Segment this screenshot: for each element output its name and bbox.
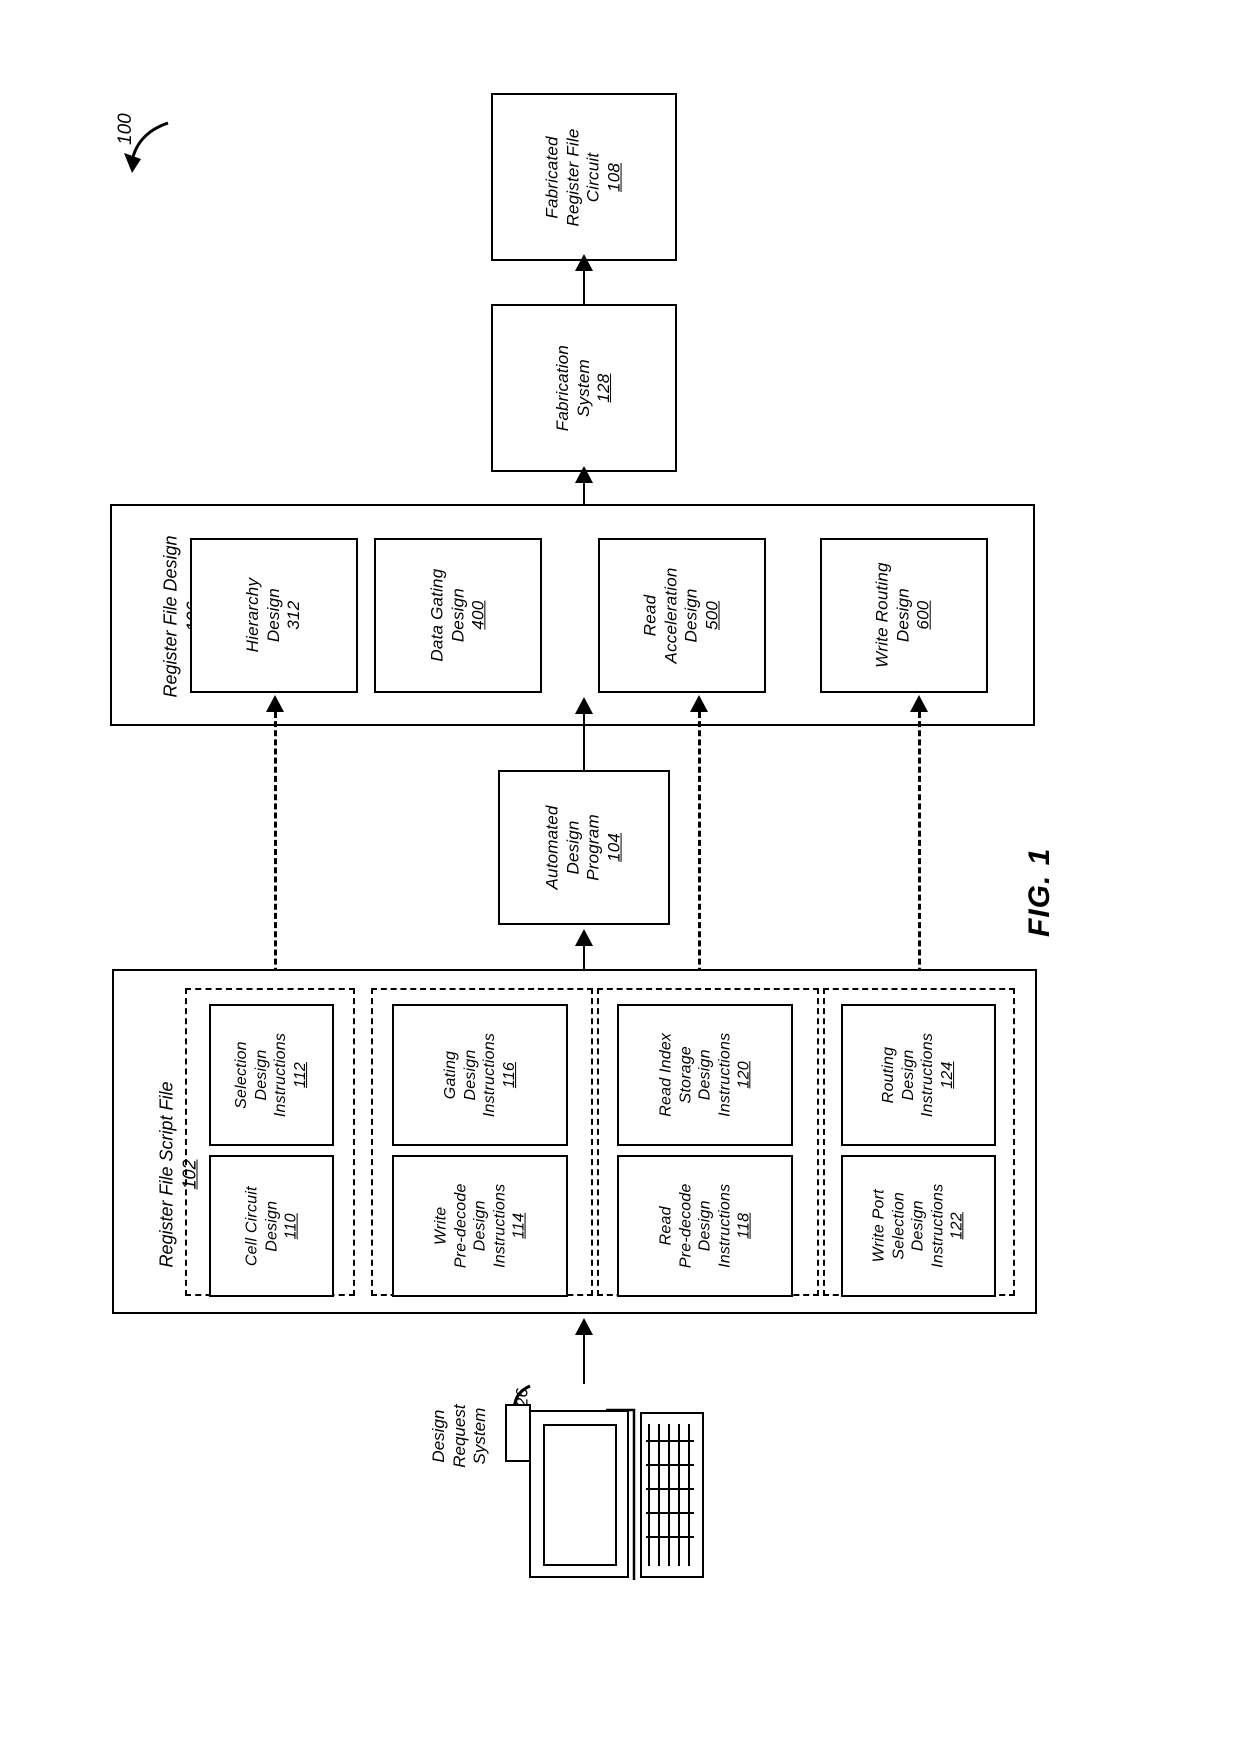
arrowhead-routing-to-writerouting-icon bbox=[910, 695, 928, 712]
cell-circuit-design-label: Cell Circuit Design 110 bbox=[243, 1186, 300, 1266]
arrowhead-readindex-to-readaccel-icon bbox=[690, 695, 708, 712]
figure-caption: FIG. 1 bbox=[1023, 847, 1056, 937]
write-predecode-design-instructions-box: Write Pre-decode Design Instructions 114 bbox=[392, 1155, 568, 1297]
read-index-storage-design-instructions-box: Read Index Storage Design Instructions 1… bbox=[617, 1004, 793, 1146]
selection-design-instructions-box: Selection Design Instructions 112 bbox=[209, 1004, 334, 1146]
read-predecode-design-instructions-label: Read Pre-decode Design Instructions 118 bbox=[657, 1183, 753, 1269]
connector-readindex-to-readaccel bbox=[698, 712, 701, 992]
gating-design-instructions-box: Gating Design Instructions 116 bbox=[392, 1004, 568, 1146]
reference-leader-hook-icon bbox=[124, 121, 169, 173]
write-port-selection-design-instructions-box: Write Port Selection Design Instructions… bbox=[841, 1155, 996, 1297]
gating-design-instructions-label: Gating Design Instructions 116 bbox=[441, 1032, 518, 1118]
connector-requestsystem-to-scriptfile bbox=[583, 1332, 585, 1384]
automated-design-program-label: Automated Design Program 104 bbox=[542, 805, 624, 890]
arrowhead-design-to-fabrication-icon bbox=[575, 466, 593, 483]
keyboard-key-row bbox=[678, 1424, 680, 1566]
write-predecode-design-instructions-label: Write Pre-decode Design Instructions 114 bbox=[432, 1183, 528, 1269]
connector-fabrication-to-circuit bbox=[583, 268, 585, 304]
design-request-system-label: Design Request System bbox=[428, 1404, 490, 1468]
data-gating-design-label: Data Gating Design 400 bbox=[426, 569, 488, 662]
cell-circuit-design-box: Cell Circuit Design 110 bbox=[209, 1155, 334, 1297]
routing-design-instructions-label: Routing Design Instructions 124 bbox=[880, 1032, 957, 1118]
arrowhead-scriptfile-to-program-icon bbox=[575, 929, 593, 946]
fabricated-register-file-circuit-label: Fabricated Register File Circuit 108 bbox=[542, 127, 624, 227]
arrowhead-requestsystem-to-scriptfile-icon bbox=[575, 1318, 593, 1335]
write-routing-design-box: Write Routing Design 600 bbox=[820, 538, 988, 693]
fabricated-register-file-circuit-box: Fabricated Register File Circuit 108 bbox=[491, 93, 677, 261]
data-gating-design-box: Data Gating Design 400 bbox=[374, 538, 542, 693]
fabrication-system-box: Fabrication System 128 bbox=[491, 304, 677, 472]
monitor-stand bbox=[505, 1404, 531, 1462]
connector-routing-to-writerouting bbox=[918, 712, 921, 992]
hierarchy-design-box: Hierarchy Design 312 bbox=[190, 538, 358, 693]
computer-cable bbox=[606, 1408, 636, 1580]
routing-design-instructions-box: Routing Design Instructions 124 bbox=[841, 1004, 996, 1146]
write-port-selection-design-instructions-label: Write Port Selection Design Instructions… bbox=[870, 1183, 966, 1269]
arrowhead-fabrication-to-circuit-icon bbox=[575, 254, 593, 271]
connector-program-to-datagating bbox=[583, 712, 585, 770]
read-acceleration-design-label: Read Acceleration Design 500 bbox=[640, 567, 722, 664]
write-routing-design-label: Write Routing Design 600 bbox=[872, 562, 934, 669]
read-index-storage-design-instructions-label: Read Index Storage Design Instructions 1… bbox=[657, 1032, 753, 1118]
selection-design-instructions-label: Selection Design Instructions 112 bbox=[233, 1032, 310, 1118]
read-predecode-design-instructions-box: Read Pre-decode Design Instructions 118 bbox=[617, 1155, 793, 1297]
connector-selection-to-hierarchy bbox=[274, 712, 277, 992]
fabrication-system-label: Fabrication System 128 bbox=[552, 344, 614, 432]
arrowhead-program-to-datagating-icon bbox=[575, 697, 593, 714]
patent-figure-canvas: 100 Fabricated Register File Circuit 108… bbox=[0, 0, 1240, 1763]
keyboard-key-row bbox=[688, 1424, 690, 1566]
automated-design-program-box: Automated Design Program 104 bbox=[498, 770, 670, 925]
read-acceleration-design-box: Read Acceleration Design 500 bbox=[598, 538, 766, 693]
hierarchy-design-label: Hierarchy Design 312 bbox=[242, 578, 304, 653]
arrowhead-selection-to-hierarchy-icon bbox=[266, 695, 284, 712]
